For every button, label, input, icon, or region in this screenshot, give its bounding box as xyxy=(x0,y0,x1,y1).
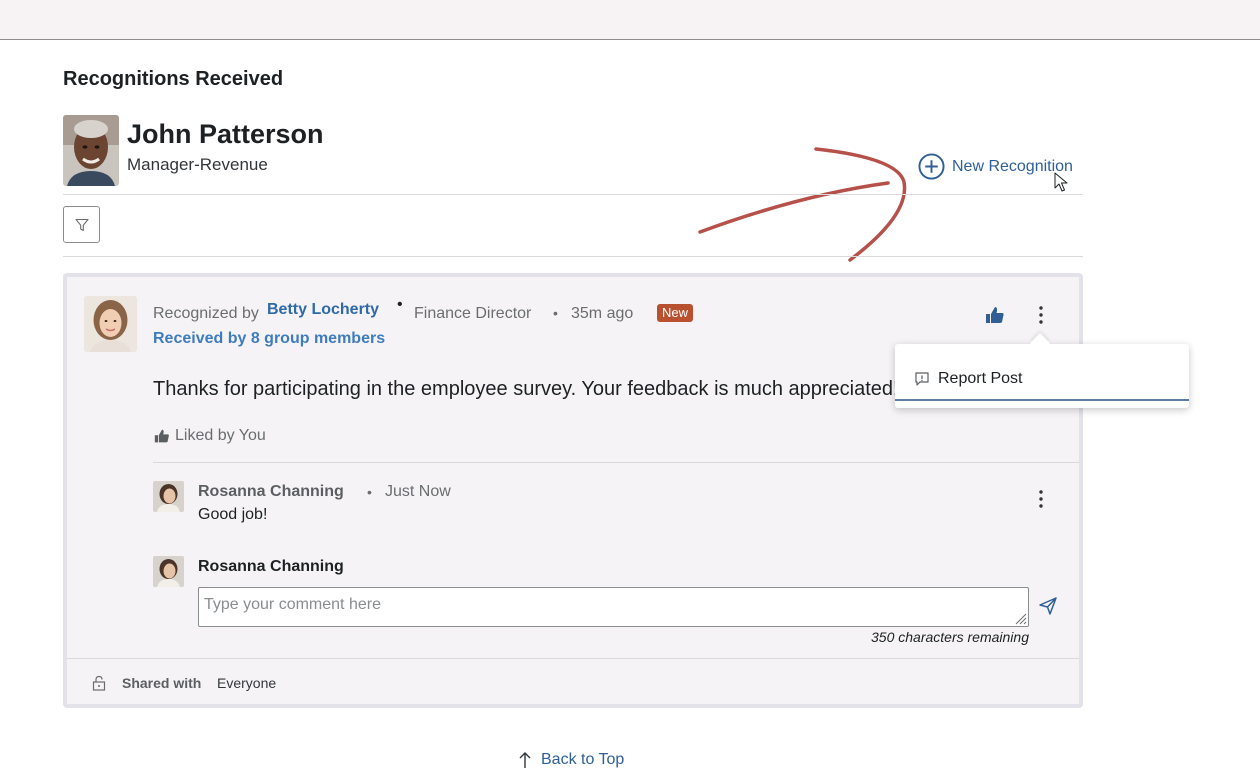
giver-avatar xyxy=(84,296,137,352)
report-post-label: Report Post xyxy=(938,369,1023,387)
report-post-menu-item[interactable]: Report Post xyxy=(895,358,1189,401)
profile-avatar xyxy=(63,115,119,186)
divider xyxy=(63,194,1083,195)
shared-with-label: Shared with xyxy=(122,675,202,691)
new-recognition-button[interactable]: New Recognition xyxy=(918,153,1073,180)
filter-icon xyxy=(74,218,89,231)
more-vertical-icon xyxy=(1039,490,1043,508)
giver-name-link[interactable]: Betty Locherty xyxy=(267,301,379,319)
filter-button[interactable] xyxy=(63,206,100,243)
new-recognition-label: New Recognition xyxy=(952,157,1073,175)
recognition-message: Thanks for participating in the employee… xyxy=(153,378,898,400)
received-by-link[interactable]: Received by 8 group members xyxy=(153,330,385,348)
recognized-by-label: Recognized by xyxy=(153,305,259,322)
divider xyxy=(63,256,1083,257)
send-icon[interactable] xyxy=(1038,596,1058,616)
composer-author: Rosanna Channing xyxy=(198,558,344,575)
characters-remaining: 350 characters remaining xyxy=(871,629,1029,645)
report-icon xyxy=(915,371,929,386)
post-more-button[interactable] xyxy=(1031,303,1051,327)
plus-circle-icon xyxy=(918,153,945,180)
unlock-icon xyxy=(92,675,106,691)
comment-avatar xyxy=(153,481,184,512)
new-badge: New xyxy=(657,304,694,322)
comment-timestamp: Just Now xyxy=(385,483,451,500)
like-button[interactable] xyxy=(985,305,1005,325)
profile-role: Manager-Revenue xyxy=(127,155,268,174)
thumbs-up-icon xyxy=(154,429,169,443)
comment-text: Good job! xyxy=(198,506,268,523)
shared-with-value: Everyone xyxy=(217,675,277,691)
back-to-top-label: Back to Top xyxy=(541,751,625,768)
comment-author[interactable]: Rosanna Channing xyxy=(198,483,344,501)
separator-dot: • xyxy=(553,305,558,321)
more-vertical-icon xyxy=(1039,306,1043,324)
arrow-up-icon xyxy=(519,752,531,768)
comment-input[interactable] xyxy=(198,587,1029,627)
divider xyxy=(153,462,1079,463)
top-bar xyxy=(0,0,1260,40)
separator-dot: • xyxy=(397,296,403,313)
back-to-top-link[interactable]: Back to Top xyxy=(518,751,624,769)
thumbs-up-icon xyxy=(986,307,1004,323)
giver-title: Finance Director xyxy=(414,305,532,322)
profile-name: John Patterson xyxy=(127,119,324,149)
liked-by-text: Liked by You xyxy=(175,427,266,444)
separator-dot: • xyxy=(367,484,372,500)
comment-more-button[interactable] xyxy=(1031,487,1051,511)
page-title: Recognitions Received xyxy=(63,68,284,90)
post-timestamp: 35m ago xyxy=(571,305,634,322)
current-user-avatar xyxy=(153,556,184,587)
annotation-arrow xyxy=(698,147,907,262)
divider xyxy=(67,658,1079,659)
